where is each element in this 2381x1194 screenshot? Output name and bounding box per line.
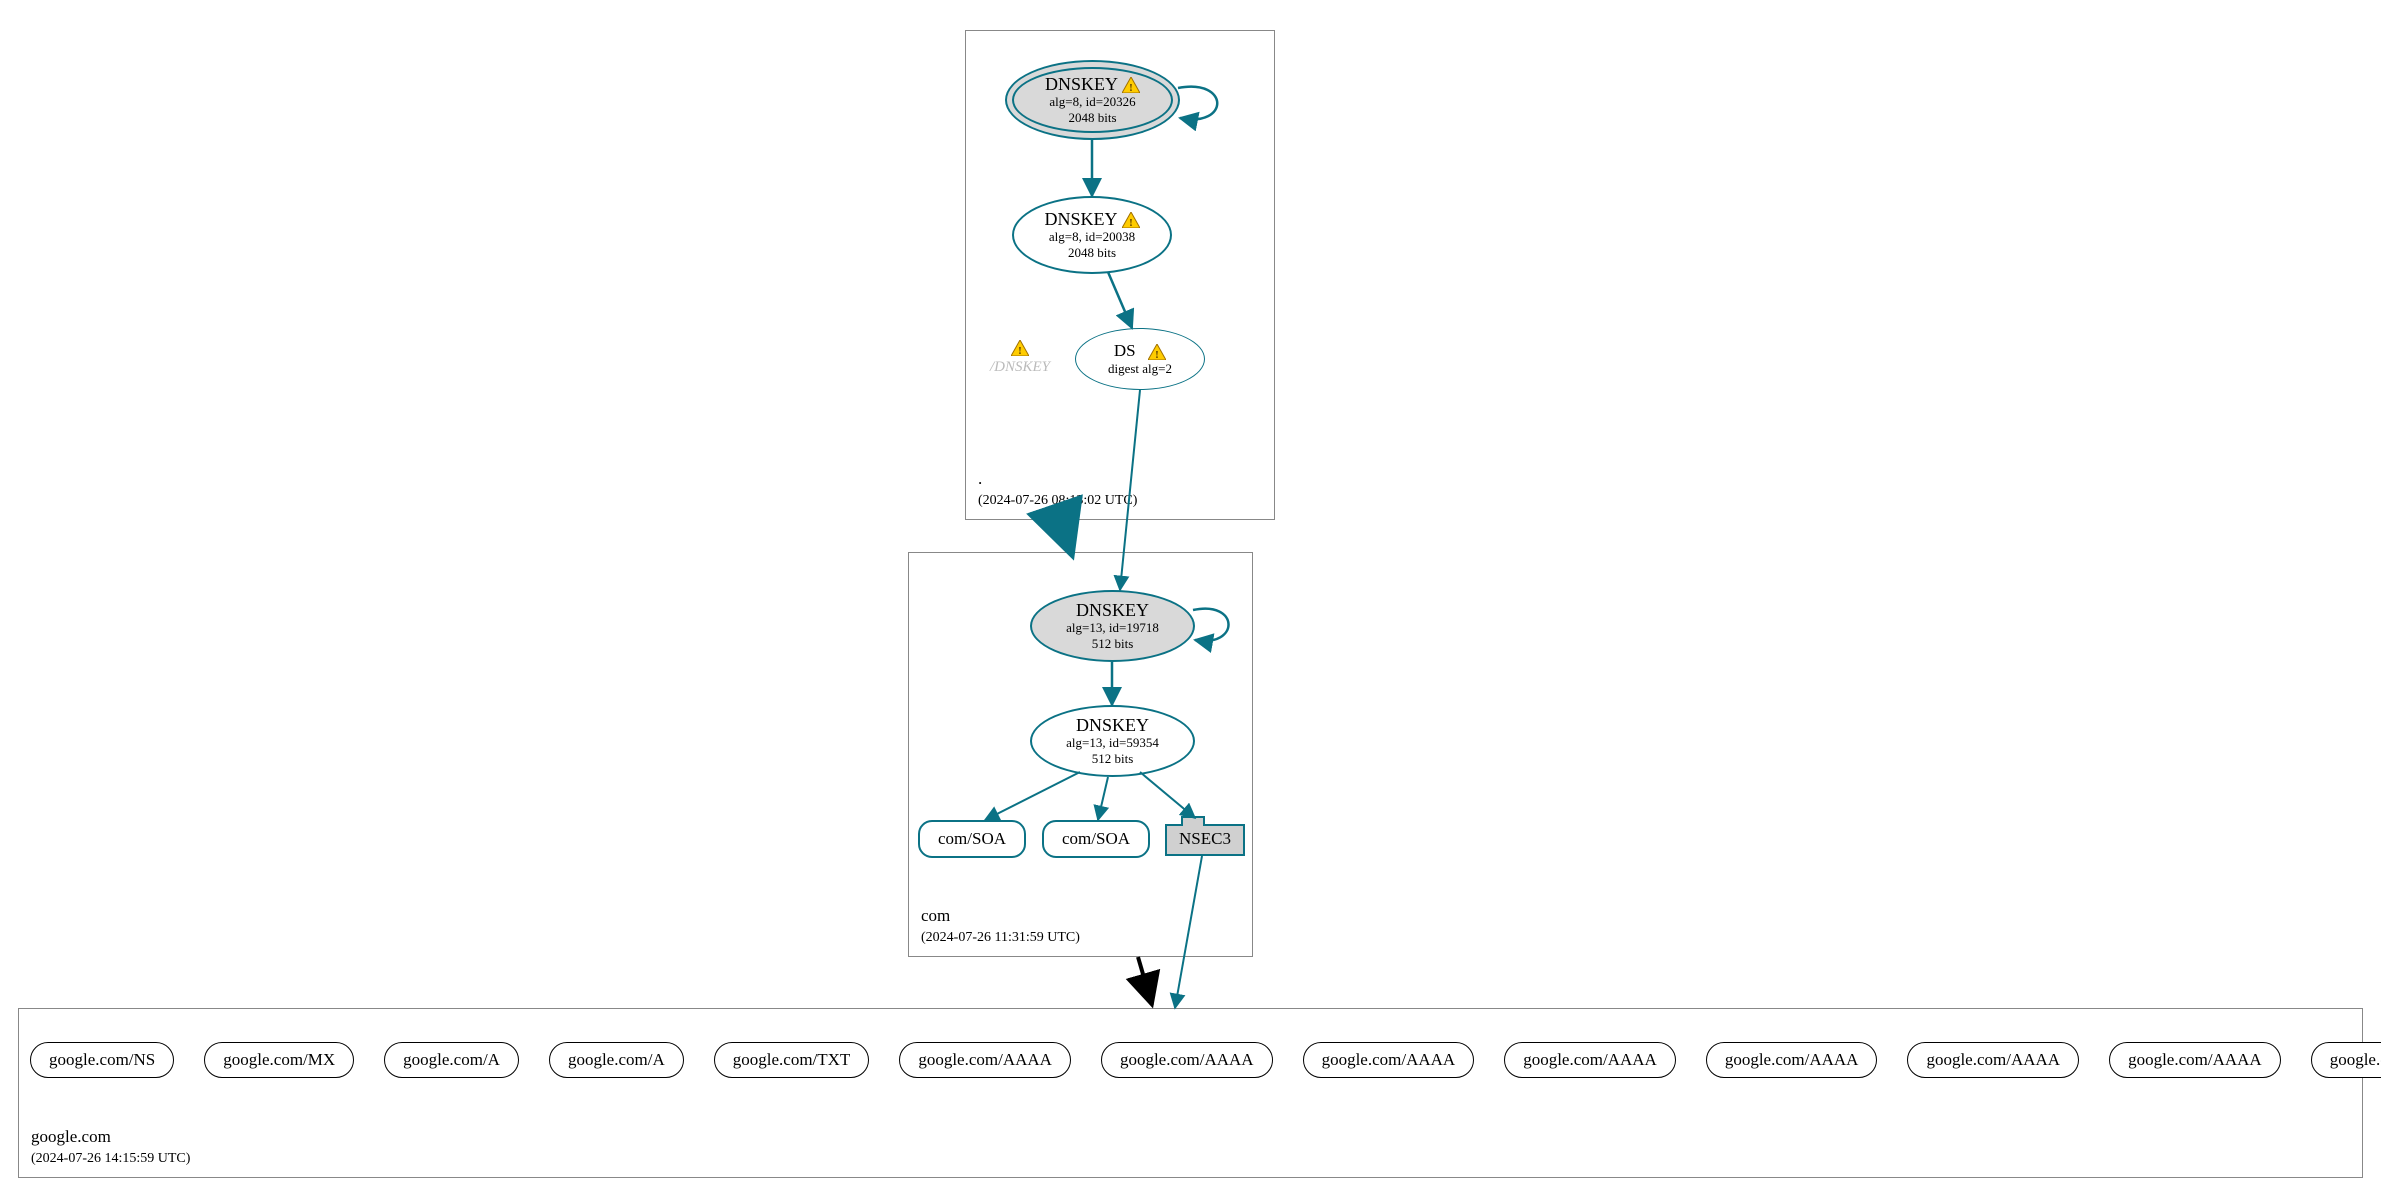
record-pill[interactable]: google.com/AAAA [1504, 1042, 1676, 1078]
zone-domain-label: google.com [31, 1127, 111, 1147]
record-pill[interactable]: google.com/AAAA [1706, 1042, 1878, 1078]
zone-root-timestamp: (2024-07-26 08:13:02 UTC) [978, 493, 1137, 509]
record-pill-row: google.com/NS google.com/MX google.com/A go… [30, 1042, 2381, 1078]
root-zsk-title: DNSKEY [1044, 209, 1117, 229]
record-pill[interactable]: google.com/AAAA [1303, 1042, 1475, 1078]
root-faded-dnskey: ! /DNSKEY [990, 340, 1050, 376]
root-ds-digest: digest alg=2 [1108, 361, 1172, 377]
com-soa1-node[interactable]: com/SOA [918, 820, 1026, 858]
warning-icon: ! [1011, 340, 1029, 356]
com-nsec3-label: NSEC3 [1167, 826, 1243, 847]
record-pill[interactable]: google.com/MX [204, 1042, 354, 1078]
root-ksk-bits: 2048 bits [1068, 110, 1116, 126]
com-zsk-title: DNSKEY [1076, 716, 1149, 736]
root-ksk-alg: alg=8, id=20326 [1049, 94, 1135, 110]
root-zsk-node[interactable]: DNSKEY! alg=8, id=20038 2048 bits [1012, 196, 1172, 274]
root-ksk-node[interactable]: DNSKEY! alg=8, id=20326 2048 bits [1005, 60, 1180, 140]
com-ksk-alg: alg=13, id=19718 [1066, 620, 1159, 636]
svg-text:!: ! [1155, 349, 1159, 360]
com-zsk-node[interactable]: DNSKEY alg=13, id=59354 512 bits [1030, 705, 1195, 777]
zone-root-label: . [978, 469, 982, 489]
record-pill[interactable]: google.com/A [549, 1042, 684, 1078]
warning-icon: ! [1148, 344, 1166, 360]
com-nsec3-node[interactable]: NSEC3 [1165, 824, 1245, 856]
com-zsk-alg: alg=13, id=59354 [1066, 735, 1159, 751]
record-pill[interactable]: google.com/AAAA [1907, 1042, 2079, 1078]
root-ksk-title: DNSKEY [1045, 74, 1118, 94]
com-ksk-node[interactable]: DNSKEY alg=13, id=19718 512 bits [1030, 590, 1195, 662]
record-pill[interactable]: google.com/AAAA [1101, 1042, 1273, 1078]
svg-text:!: ! [1129, 217, 1133, 228]
record-pill[interactable]: google.com/AAAA [2311, 1042, 2381, 1078]
svg-text:!: ! [1018, 345, 1022, 356]
record-pill[interactable]: google.com/NS [30, 1042, 174, 1078]
root-ds-title: DS [1114, 341, 1136, 360]
record-pill[interactable]: google.com/TXT [714, 1042, 870, 1078]
com-soa2-label: com/SOA [1062, 829, 1130, 849]
record-pill[interactable]: google.com/AAAA [899, 1042, 1071, 1078]
com-soa1-label: com/SOA [938, 829, 1006, 849]
record-pill[interactable]: google.com/AAAA [2109, 1042, 2281, 1078]
zone-com-label: com [921, 906, 950, 926]
zone-com-timestamp: (2024-07-26 11:31:59 UTC) [921, 930, 1080, 946]
root-faded-label: /DNSKEY [990, 359, 1050, 375]
root-zsk-alg: alg=8, id=20038 [1049, 229, 1135, 245]
com-ksk-bits: 512 bits [1092, 636, 1134, 652]
warning-icon: ! [1122, 77, 1140, 93]
zone-domain: google.com (2024-07-26 14:15:59 UTC) [18, 1008, 2363, 1178]
com-soa2-node[interactable]: com/SOA [1042, 820, 1150, 858]
root-zsk-bits: 2048 bits [1068, 245, 1116, 261]
svg-text:!: ! [1129, 82, 1133, 93]
nsec3-tab [1181, 816, 1205, 826]
record-pill[interactable]: google.com/A [384, 1042, 519, 1078]
com-zsk-bits: 512 bits [1092, 751, 1134, 767]
warning-icon: ! [1122, 212, 1140, 228]
com-ksk-title: DNSKEY [1076, 601, 1149, 621]
root-ds-node[interactable]: DS ! digest alg=2 [1075, 328, 1205, 390]
zone-domain-timestamp: (2024-07-26 14:15:59 UTC) [31, 1151, 190, 1167]
